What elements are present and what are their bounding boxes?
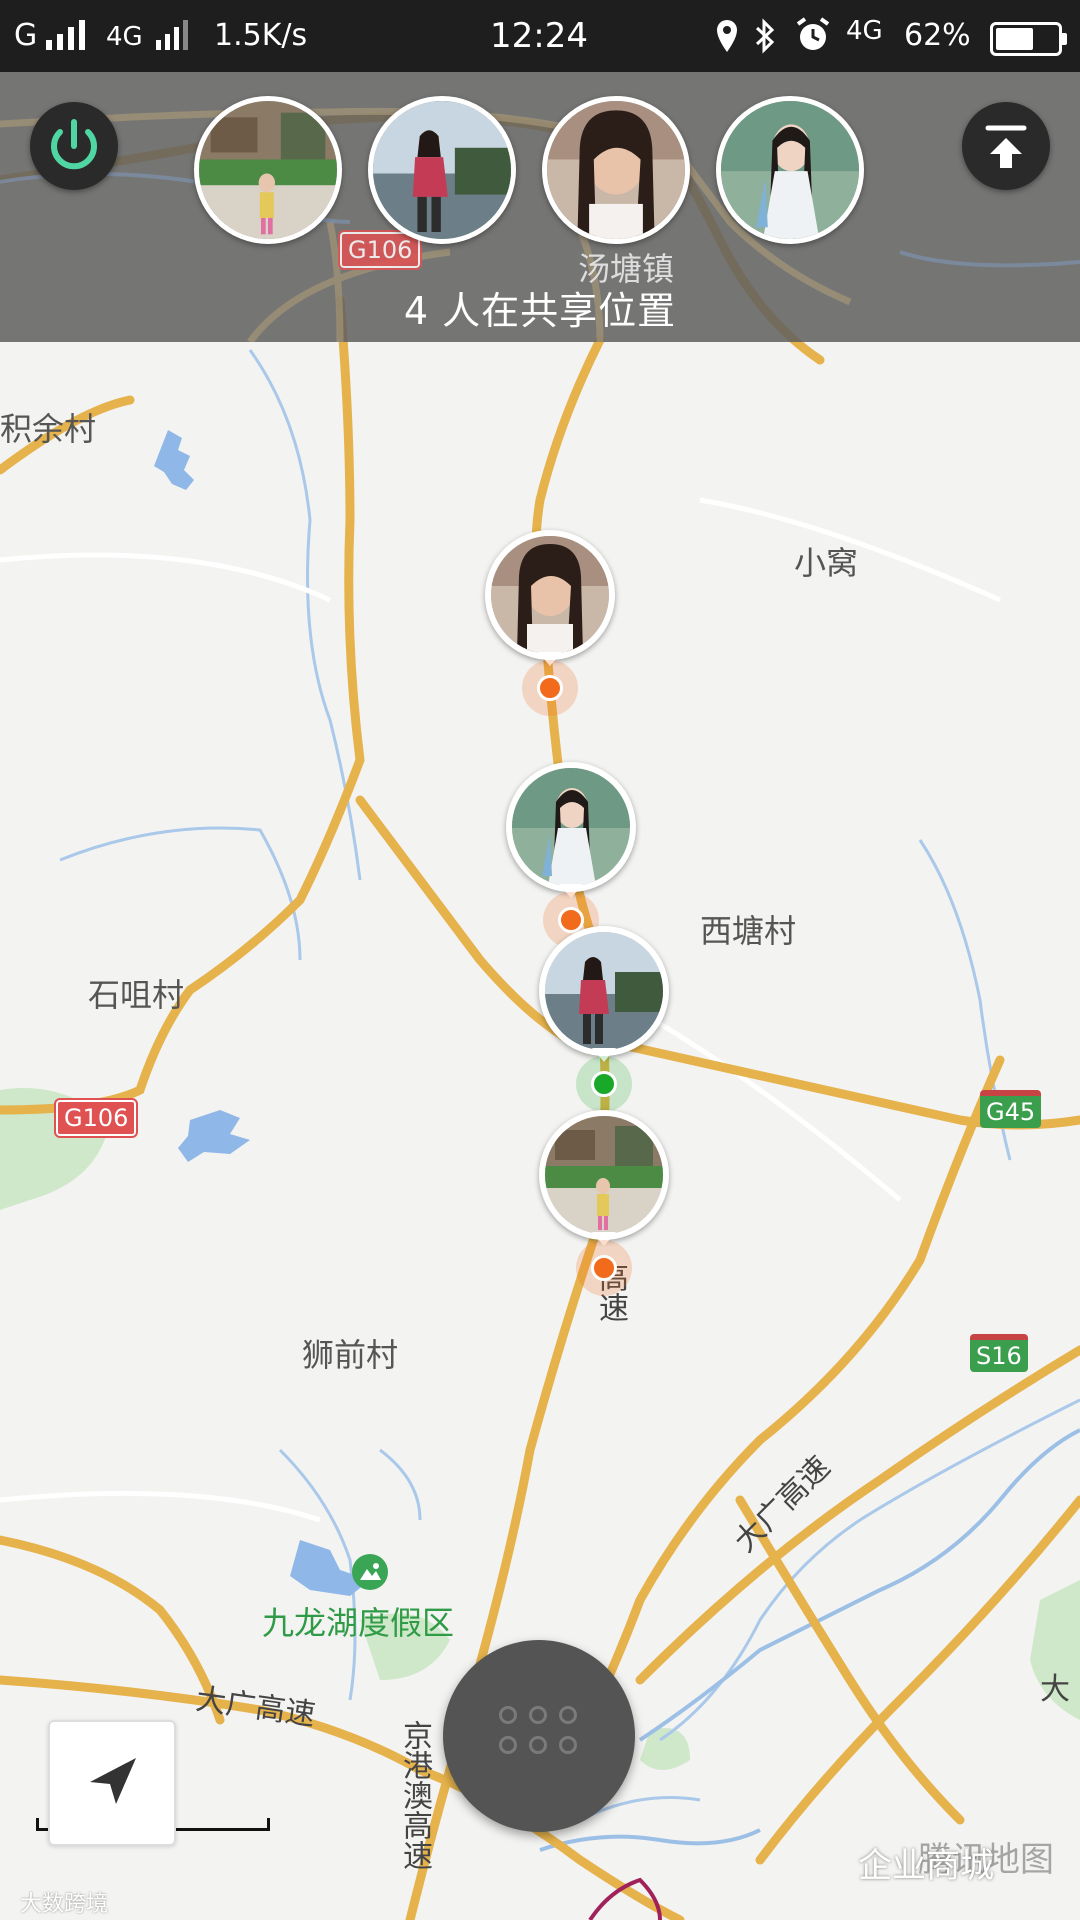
battery-percent: 62% <box>904 18 971 53</box>
map-pin-smiling-girl[interactable] <box>485 530 615 716</box>
bluetooth-icon <box>755 18 775 54</box>
sharing-count-text: 4 人在共享位置 <box>403 289 677 333</box>
locate-me-button[interactable] <box>48 1720 176 1846</box>
collapse-up-icon <box>985 125 1027 168</box>
signal-icon <box>46 20 85 50</box>
location-dot <box>591 1071 617 1097</box>
share-avatar-smiling-girl[interactable] <box>542 96 690 244</box>
avatar <box>539 1110 669 1240</box>
share-avatar-garden-girl[interactable] <box>194 96 342 244</box>
navigation-arrow-icon <box>90 1758 136 1804</box>
location-dot <box>591 1255 617 1281</box>
alarm-icon <box>796 17 830 50</box>
bottom-watermark: 大数跨境 <box>20 1892 109 1917</box>
place-label-shiqian: 狮前村 <box>302 1336 399 1374</box>
location-dot <box>537 675 563 701</box>
road-label-da: 大 <box>1040 1672 1070 1707</box>
map-pin-white-dress-girl[interactable] <box>506 762 636 948</box>
network-speed: 1.5K/s <box>214 18 308 53</box>
grid-menu-icon <box>443 1640 635 1832</box>
collapse-bar-button[interactable] <box>962 102 1050 190</box>
map-pin-seaside-girl[interactable] <box>539 926 669 1112</box>
place-label-shiju: 石咀村 <box>88 976 185 1014</box>
place-label-xiaowo: 小窝 <box>794 544 859 582</box>
network-type-2: 4G <box>106 22 143 52</box>
place-label-xitang: 西塘村 <box>700 912 797 950</box>
avatar <box>539 926 669 1056</box>
share-avatar-white-dress-girl[interactable] <box>716 96 864 244</box>
avatar <box>485 530 615 660</box>
road-label-jinggangao: 京港澳高速 <box>397 1720 432 1870</box>
signal-icon-2 <box>156 20 188 50</box>
stop-sharing-button[interactable] <box>30 102 118 190</box>
power-icon <box>51 119 97 170</box>
road-badge-s16: S16 <box>970 1334 1028 1372</box>
location-icon <box>717 20 737 52</box>
location-share-bar: G106 汤塘镇 4 人在共享位置 <box>0 72 1080 342</box>
network-type-3: 4G <box>846 16 883 46</box>
road-badge-g45: G45 <box>980 1090 1042 1128</box>
battery-icon <box>990 22 1067 56</box>
watermark-text: 企业商城 <box>858 1846 994 1886</box>
avatar <box>506 762 636 892</box>
road-badge-g106-a: G106 <box>53 1098 139 1138</box>
park-icon <box>352 1554 388 1590</box>
menu-button[interactable] <box>443 1640 635 1832</box>
map-pin-garden-girl[interactable] <box>539 1110 669 1296</box>
status-bar: G 4G 1.5K/s 12:24 4G 62% <box>0 0 1080 72</box>
road-badge-g106-b: G106 <box>337 230 423 270</box>
clock: 12:24 <box>490 16 588 56</box>
place-label-jiyu: 积余村 <box>0 410 97 448</box>
network-type-1: G <box>14 18 38 53</box>
share-avatar-seaside-girl[interactable] <box>368 96 516 244</box>
place-label-jiulonghu: 九龙湖度假区 <box>262 1604 455 1642</box>
